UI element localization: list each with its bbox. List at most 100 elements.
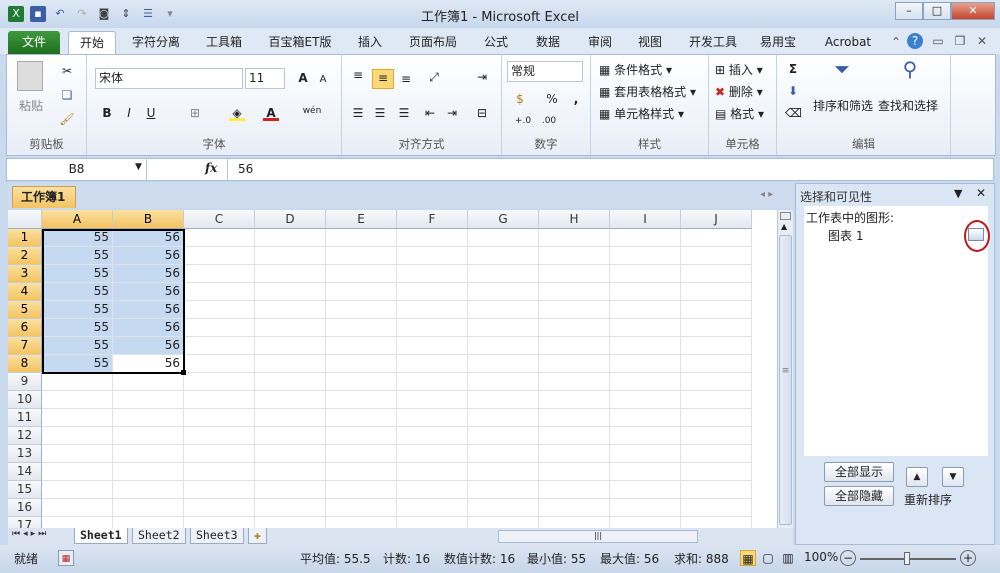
cell[interactable]	[468, 499, 539, 517]
cell[interactable]	[42, 481, 113, 499]
cell[interactable]	[681, 319, 752, 337]
cell[interactable]	[397, 499, 468, 517]
insert-cells-button[interactable]: ⊞ 插入 ▾	[715, 61, 763, 78]
cell[interactable]	[539, 283, 610, 301]
cell[interactable]	[681, 517, 752, 528]
cell[interactable]	[42, 373, 113, 391]
cell[interactable]: 56	[113, 319, 184, 337]
cell[interactable]	[681, 283, 752, 301]
cell[interactable]	[326, 355, 397, 373]
cell[interactable]	[468, 391, 539, 409]
cell[interactable]	[468, 355, 539, 373]
clear-icon[interactable]: ⌫	[785, 105, 802, 121]
decrease-indent-icon[interactable]: ⇤	[422, 105, 438, 121]
column-header[interactable]: C	[184, 210, 255, 229]
cell[interactable]	[539, 463, 610, 481]
wb-restore-icon[interactable]: ❐	[952, 33, 968, 49]
cell[interactable]	[397, 463, 468, 481]
cell[interactable]	[681, 499, 752, 517]
cell[interactable]	[326, 265, 397, 283]
cell[interactable]	[326, 463, 397, 481]
minimize-button[interactable]: –	[895, 2, 923, 20]
cell[interactable]	[681, 463, 752, 481]
align-middle-icon[interactable]: ≡	[372, 69, 394, 89]
cell[interactable]	[610, 355, 681, 373]
tab-char-split[interactable]: 字符分离	[125, 31, 187, 54]
tab-data[interactable]: 数据	[528, 31, 568, 54]
cell[interactable]	[539, 517, 610, 528]
macro-record-icon[interactable]: ▦	[58, 550, 74, 566]
workbook-tab[interactable]: 工作簿1	[12, 186, 76, 208]
orientation-icon[interactable]: ⤢	[426, 69, 442, 85]
sheet-tab-1[interactable]: Sheet1	[74, 528, 128, 544]
column-header[interactable]: D	[255, 210, 326, 229]
cell[interactable]	[255, 337, 326, 355]
row-header[interactable]: 2	[8, 247, 42, 265]
cell[interactable]: 56	[113, 229, 184, 247]
italic-button[interactable]: I	[121, 105, 137, 121]
cell[interactable]	[184, 409, 255, 427]
cell[interactable]	[610, 319, 681, 337]
cell[interactable]	[468, 301, 539, 319]
cell[interactable]	[610, 517, 681, 528]
cell[interactable]	[539, 445, 610, 463]
cell[interactable]	[397, 337, 468, 355]
cell[interactable]	[184, 319, 255, 337]
column-header[interactable]: B	[113, 210, 184, 229]
cell[interactable]	[397, 301, 468, 319]
cell[interactable]	[184, 445, 255, 463]
fill-icon[interactable]: ⬇	[785, 83, 801, 99]
tab-yiyongbao[interactable]: 易用宝	[756, 31, 800, 54]
paste-icon[interactable]	[17, 61, 43, 91]
cell[interactable]	[42, 391, 113, 409]
font-size-select[interactable]: 11	[245, 68, 285, 89]
cell[interactable]	[113, 481, 184, 499]
collapse-ribbon-icon[interactable]: ⌃	[888, 34, 904, 50]
help-icon[interactable]: ?	[907, 33, 923, 49]
tab-toolbox[interactable]: 工具箱	[195, 31, 253, 54]
cell[interactable]	[610, 391, 681, 409]
cell[interactable]	[468, 517, 539, 528]
name-box-dropdown-icon[interactable]: ▼	[135, 162, 142, 172]
maximize-button[interactable]: □	[923, 2, 951, 20]
worksheet-grid[interactable]: A B C D E F G H I J 1 55 56 2 55 56 3 55 56 4 55 56 5 55 56 6 55 56…	[8, 210, 778, 528]
cell[interactable]	[255, 373, 326, 391]
column-header[interactable]: F	[397, 210, 468, 229]
cell[interactable]	[113, 517, 184, 528]
cell[interactable]	[397, 409, 468, 427]
cell[interactable]	[681, 337, 752, 355]
cell[interactable]	[255, 247, 326, 265]
row-header[interactable]: 12	[8, 427, 42, 445]
cell[interactable]	[610, 409, 681, 427]
cell[interactable]	[610, 301, 681, 319]
cell[interactable]	[539, 373, 610, 391]
cell[interactable]	[539, 265, 610, 283]
decrease-decimal-button[interactable]: .00	[538, 113, 560, 129]
cell[interactable]	[255, 229, 326, 247]
shrink-font-button[interactable]: A	[315, 72, 331, 88]
row-header[interactable]: 17	[8, 517, 42, 528]
hide-all-button[interactable]: 全部隐藏	[824, 486, 894, 506]
row-header[interactable]: 8	[8, 355, 42, 373]
cell[interactable]	[184, 355, 255, 373]
bold-button[interactable]: B	[99, 105, 115, 121]
increase-decimal-button[interactable]: +.0	[512, 113, 534, 129]
row-header[interactable]: 10	[8, 391, 42, 409]
page-break-view-icon[interactable]: ▥	[780, 550, 796, 566]
font-color-icon[interactable]: A	[263, 105, 279, 121]
column-header[interactable]: J	[681, 210, 752, 229]
cell[interactable]: 56	[113, 301, 184, 319]
cell[interactable]	[326, 283, 397, 301]
cell[interactable]	[468, 283, 539, 301]
cell[interactable]	[610, 373, 681, 391]
cell[interactable]	[681, 373, 752, 391]
find-select-icon[interactable]: ⚲	[895, 59, 925, 91]
delete-cells-button[interactable]: ✖ 删除 ▾	[715, 83, 763, 100]
column-header[interactable]: I	[610, 210, 681, 229]
move-down-button[interactable]: ▼	[942, 467, 964, 487]
cell[interactable]	[610, 499, 681, 517]
cell[interactable]	[255, 517, 326, 528]
wrap-text-icon[interactable]: ⇥	[474, 69, 490, 85]
cell[interactable]	[610, 427, 681, 445]
underline-button[interactable]: U	[143, 105, 159, 121]
